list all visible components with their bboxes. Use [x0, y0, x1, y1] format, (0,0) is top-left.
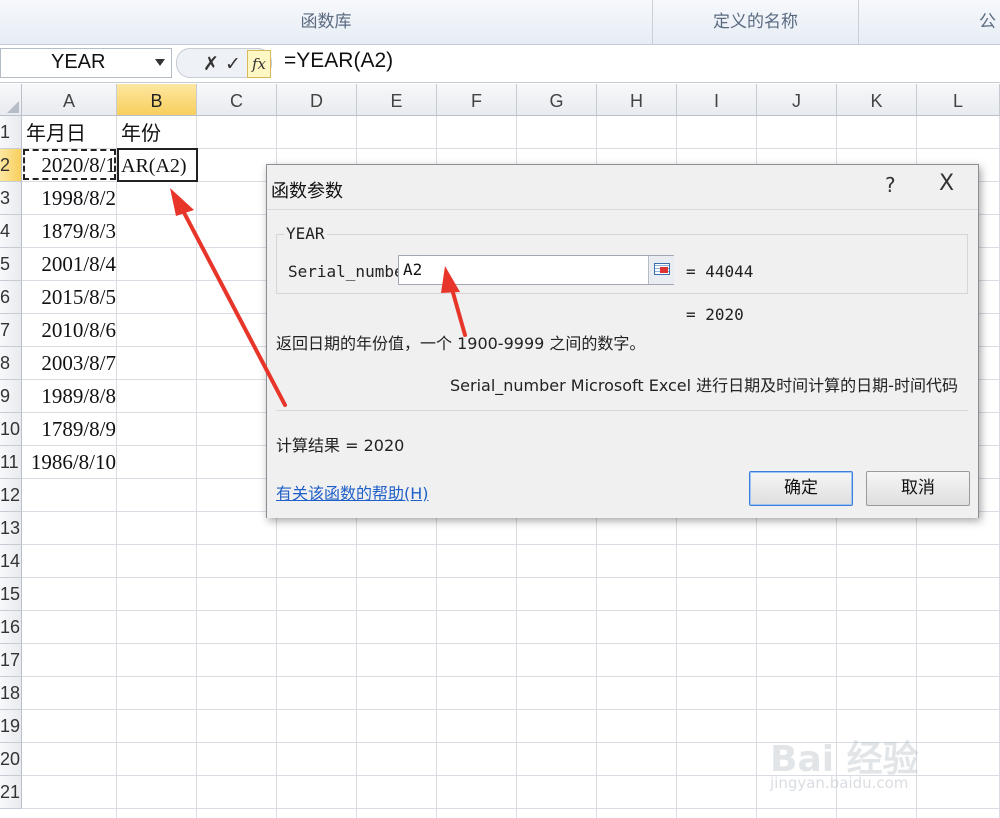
row-header-16[interactable]: 16	[0, 611, 22, 644]
row-header-2[interactable]: 2	[0, 149, 22, 182]
function-arguments-dialog: 函数参数 ? X YEAR Serial_number A2 = 44044 =…	[266, 164, 979, 518]
cell-b2-active[interactable]: AR(A2)	[117, 148, 198, 182]
column-header-l[interactable]: L	[917, 84, 1000, 116]
cell-a6[interactable]: 2015/8/5	[41, 281, 116, 314]
ribbon-group-formula-auditing: 公	[979, 12, 996, 32]
cancel-button[interactable]: 取消	[866, 471, 970, 506]
column-header-j[interactable]: J	[757, 84, 837, 116]
row-header-9[interactable]: 9	[0, 380, 22, 413]
column-header-a[interactable]: A	[22, 84, 117, 116]
formula-buttons: ✗ ✓ fx	[176, 48, 272, 78]
row-header-5[interactable]: 5	[0, 248, 22, 281]
column-header-k[interactable]: K	[837, 84, 917, 116]
row-header-3[interactable]: 3	[0, 182, 22, 215]
cell-a1[interactable]: 年月日	[26, 117, 86, 150]
argument-evaluated-value: = 44044	[686, 262, 754, 281]
formula-bar: YEAR ✗ ✓ fx =YEAR(A2)	[0, 45, 1000, 83]
dialog-divider	[276, 410, 968, 411]
calculation-result: 计算结果 = 2020	[276, 436, 405, 455]
baidu-watermark-url: jingyan.baidu.com	[770, 774, 909, 792]
cell-a2[interactable]: 2020/8/1	[41, 149, 116, 182]
close-icon[interactable]: X	[939, 171, 954, 196]
collapse-dialog-button[interactable]	[648, 256, 674, 284]
row-header-18[interactable]: 18	[0, 677, 22, 710]
argument-input[interactable]: A2	[398, 255, 674, 285]
row-header-7[interactable]: 7	[0, 314, 22, 347]
row-header-21[interactable]: 21	[0, 776, 22, 809]
cell-b2-text: AR(A2)	[121, 155, 187, 177]
row-header-10[interactable]: 10	[0, 413, 22, 446]
ok-button[interactable]: 确定	[749, 471, 853, 506]
ribbon: 函数库 定义的名称 公	[0, 0, 1000, 45]
column-header-c[interactable]: C	[197, 84, 277, 116]
formula-input[interactable]: =YEAR(A2)	[284, 49, 393, 73]
cell-a4[interactable]: 1879/8/3	[41, 215, 116, 248]
row-header-17[interactable]: 17	[0, 644, 22, 677]
help-icon[interactable]: ?	[885, 173, 896, 197]
formula-result-preview: = 2020	[686, 305, 744, 324]
row-header-13[interactable]: 13	[0, 512, 22, 545]
enter-icon[interactable]: ✓	[225, 53, 241, 75]
cell-a9[interactable]: 1989/8/8	[41, 380, 116, 413]
function-description: 返回日期的年份值，一个 1900-9999 之间的数字。	[276, 334, 646, 353]
cell-a8[interactable]: 2003/8/7	[41, 347, 116, 380]
argument-input-value: A2	[403, 260, 423, 279]
row-header-11[interactable]: 11	[0, 446, 22, 479]
ribbon-group-function-library: 函数库	[0, 0, 653, 44]
dialog-body: YEAR Serial_number A2 = 44044 = 2020 返回日…	[267, 209, 978, 518]
chevron-down-icon[interactable]	[155, 59, 165, 66]
select-all-corner[interactable]	[0, 84, 22, 116]
column-header-g[interactable]: G	[517, 84, 597, 116]
cell-a3[interactable]: 1998/8/2	[41, 182, 116, 215]
column-header-h[interactable]: H	[597, 84, 677, 116]
argument-description: Serial_number Microsoft Excel 进行日期及时间计算的…	[450, 376, 958, 395]
cell-a5[interactable]: 2001/8/4	[41, 248, 116, 281]
row-header-20[interactable]: 20	[0, 743, 22, 776]
row-header-8[interactable]: 8	[0, 347, 22, 380]
function-help-link[interactable]: 有关该函数的帮助(H)	[276, 480, 429, 504]
cancel-icon[interactable]: ✗	[203, 53, 219, 75]
row-header-14[interactable]: 14	[0, 545, 22, 578]
row-header-15[interactable]: 15	[0, 578, 22, 611]
row-header-19[interactable]: 19	[0, 710, 22, 743]
row-header-6[interactable]: 6	[0, 281, 22, 314]
function-name: YEAR	[284, 224, 327, 243]
insert-function-icon[interactable]: fx	[247, 50, 271, 78]
cell-b1[interactable]: 年份	[121, 117, 161, 150]
column-header-f[interactable]: F	[437, 84, 517, 116]
column-header-b[interactable]: B	[117, 84, 197, 116]
column-header-e[interactable]: E	[357, 84, 437, 116]
row-header-1[interactable]: 1	[0, 116, 22, 149]
cell-a11[interactable]: 1986/8/10	[31, 446, 116, 479]
column-header-i[interactable]: I	[677, 84, 757, 116]
name-box-value: YEAR	[51, 51, 106, 73]
cell-a7[interactable]: 2010/8/6	[41, 314, 116, 347]
column-header-d[interactable]: D	[277, 84, 357, 116]
argument-label: Serial_number	[288, 262, 414, 281]
row-header-12[interactable]: 12	[0, 479, 22, 512]
ribbon-group-defined-names: 定义的名称	[653, 0, 859, 44]
name-box[interactable]: YEAR	[0, 48, 172, 78]
cell-a10[interactable]: 1789/8/9	[41, 413, 116, 446]
row-header-4[interactable]: 4	[0, 215, 22, 248]
dialog-title: 函数参数	[271, 181, 343, 202]
